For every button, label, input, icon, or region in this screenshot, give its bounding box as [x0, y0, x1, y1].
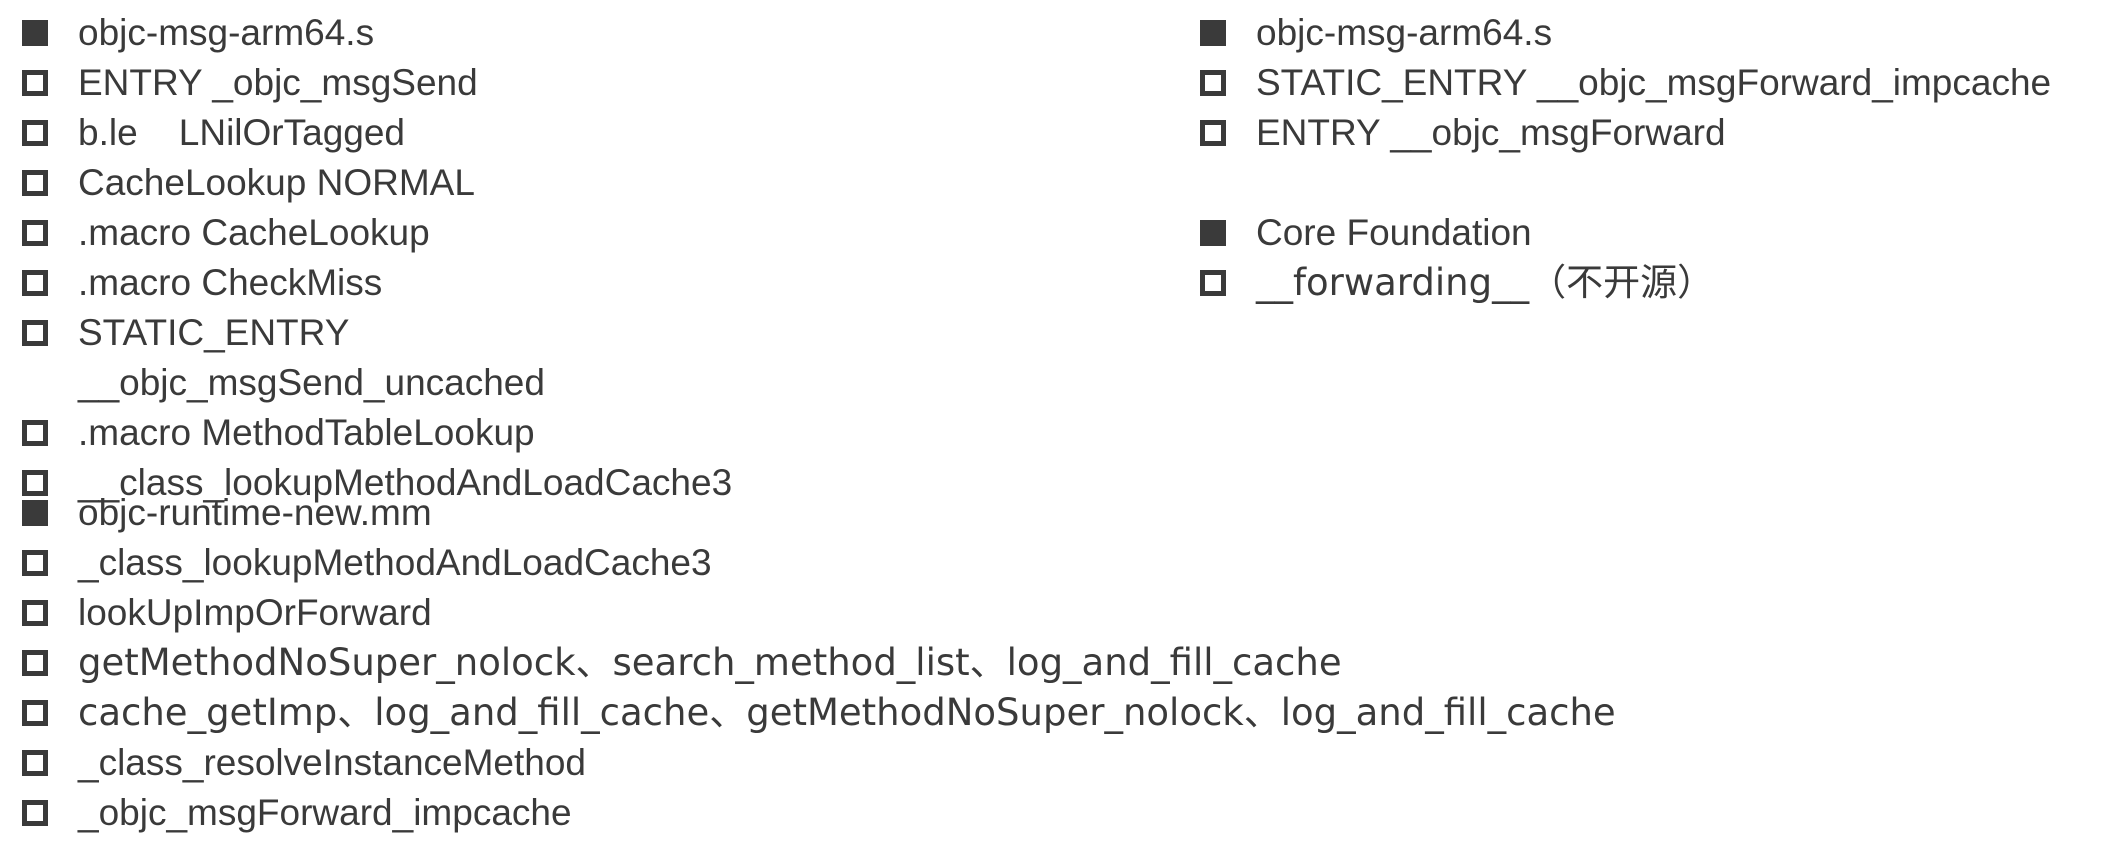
list-item-label: lookUpImpOrForward — [78, 592, 432, 633]
hollow-square-bullet-icon — [22, 270, 48, 296]
hollow-square-bullet-icon — [22, 170, 48, 196]
list-item-label: .macro MethodTableLookup — [78, 412, 535, 453]
list-item-label: b.le LNilOrTagged — [78, 112, 406, 153]
list-item-label: ENTRY _objc_msgSend — [78, 62, 478, 103]
list-item-label: ENTRY __objc_msgForward — [1256, 112, 1726, 153]
hollow-square-bullet-icon — [22, 320, 48, 346]
list-item-label: _class_resolveInstanceMethod — [78, 742, 587, 783]
filled-square-bullet-icon — [1200, 20, 1226, 46]
list-item-label: _objc_msgForward_impcache — [78, 792, 572, 833]
hollow-square-bullet-icon — [22, 550, 48, 576]
filled-square-bullet-icon — [22, 500, 48, 526]
hollow-square-bullet-icon — [22, 800, 48, 826]
group-title: objc-msg-arm64.s — [1256, 12, 1553, 53]
list-item-label: STATIC_ENTRY — [78, 312, 350, 353]
hollow-square-bullet-icon — [22, 70, 48, 96]
group-title: objc-runtime-new.mm — [78, 492, 432, 533]
hollow-square-bullet-icon — [22, 750, 48, 776]
group-title: Core Foundation — [1256, 212, 1532, 253]
hollow-square-bullet-icon — [22, 600, 48, 626]
list-item-label: cache_getImp、log_and_fill_cache、getMetho… — [78, 691, 1616, 734]
hollow-square-bullet-icon — [22, 120, 48, 146]
list-item-label: .macro CacheLookup — [78, 212, 430, 253]
list-item-label: __objc_msgSend_uncached — [78, 362, 545, 403]
filled-square-bullet-icon — [22, 20, 48, 46]
hollow-square-bullet-icon — [1200, 120, 1226, 146]
hollow-square-bullet-icon — [1200, 270, 1226, 296]
list-item-label: _class_lookupMethodAndLoadCache3 — [78, 542, 712, 583]
hollow-square-bullet-icon — [22, 650, 48, 676]
list-item-label: CacheLookup NORMAL — [78, 162, 475, 203]
group-title: objc-msg-arm64.s — [78, 12, 375, 53]
list-item-label: __forwarding__（不开源） — [1256, 261, 1715, 304]
hollow-square-bullet-icon — [22, 470, 48, 496]
hollow-square-bullet-icon — [22, 220, 48, 246]
hollow-square-bullet-icon — [22, 420, 48, 446]
hollow-square-bullet-icon — [1200, 70, 1226, 96]
list-item-label: getMethodNoSuper_nolock、search_method_li… — [78, 641, 1342, 684]
hollow-square-bullet-icon — [22, 700, 48, 726]
list-item-label: STATIC_ENTRY __objc_msgForward_impcache — [1256, 62, 2052, 103]
filled-square-bullet-icon — [1200, 220, 1226, 246]
list-item-label: .macro CheckMiss — [78, 262, 383, 303]
